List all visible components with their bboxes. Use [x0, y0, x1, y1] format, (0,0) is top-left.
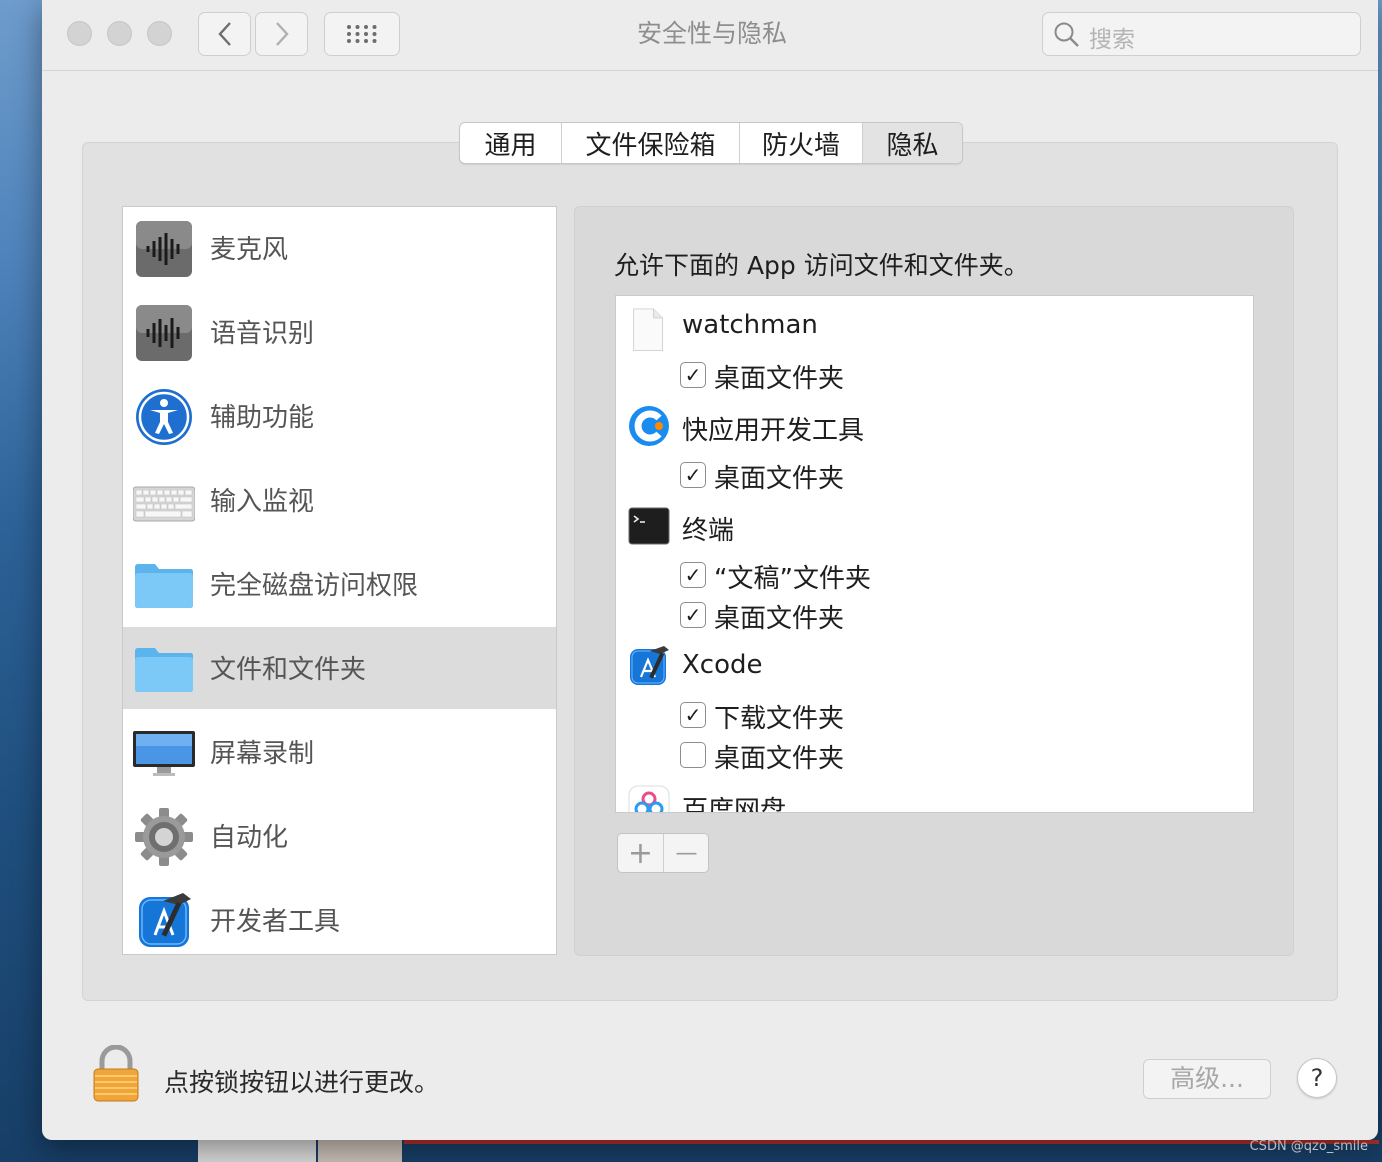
permission-checkbox-unchecked[interactable] — [680, 742, 706, 768]
search-field[interactable]: 搜索 — [1042, 12, 1361, 56]
sidebar-item-label: 开发者工具 — [210, 907, 341, 937]
app-row-xcode[interactable]: Xcode — [616, 643, 1253, 689]
window-title: 安全性与隐私 — [636, 19, 787, 48]
permission-checkbox[interactable]: ✓ — [680, 702, 706, 728]
sidebar-item-label: 完全磁盘访问权限 — [210, 571, 419, 601]
permission-label: “文稿”文件夹 — [714, 564, 871, 594]
accessibility-icon — [136, 389, 192, 445]
app-row-terminal[interactable]: 终端 — [616, 503, 1253, 549]
advanced-button[interactable]: 高级... — [1143, 1059, 1271, 1099]
sidebar-item-label: 辅助功能 — [210, 403, 315, 433]
folder-icon — [135, 648, 193, 692]
sidebar-item-speech-recognition[interactable]: 语音识别 — [123, 291, 556, 373]
tab-bar: 通用 文件保险箱 防火墙 隐私 — [459, 122, 963, 164]
blank-document-icon — [633, 308, 664, 351]
permission-checkbox[interactable]: ✓ — [680, 362, 706, 388]
lock-instruction: 点按锁按钮以进行更改。 — [164, 1068, 440, 1097]
lock-icon[interactable] — [92, 1045, 140, 1103]
watermark: CSDN @qzo_smile — [1249, 1139, 1368, 1154]
permission-label: 桌面文件夹 — [714, 604, 845, 634]
sidebar-item-label: 输入监视 — [210, 487, 315, 517]
sidebar-item-label: 文件和文件夹 — [210, 655, 367, 685]
app-row-baidu-netdisk[interactable]: 百度网盘 — [616, 783, 1253, 813]
add-remove-control: + — — [617, 833, 709, 873]
preferences-window: 安全性与隐私 搜索 通用 文件保险箱 防火墙 隐私 麦克风 语音识别 辅助功能 … — [42, 0, 1378, 1140]
forward-button[interactable] — [255, 12, 308, 56]
title-bar: 安全性与隐私 搜索 — [42, 0, 1378, 71]
app-row-quickapp-devtools[interactable]: 快应用开发工具 — [616, 403, 1253, 449]
background-window-edge — [404, 1140, 1379, 1144]
xcode-hammer-icon — [139, 893, 191, 947]
permission-row[interactable]: ✓ 桌面文件夹 — [616, 456, 1253, 496]
desktop-dock-fragment — [198, 1138, 316, 1162]
minimize-button[interactable] — [107, 21, 132, 46]
sidebar-item-label: 屏幕录制 — [210, 739, 315, 769]
remove-app-button[interactable]: — — [664, 834, 709, 872]
desktop-window-fragment — [318, 1138, 402, 1162]
add-app-button[interactable]: + — [618, 834, 664, 872]
permission-row[interactable]: ✓ 桌面文件夹 — [616, 596, 1253, 636]
sidebar-item-label: 自动化 — [210, 823, 289, 853]
back-button[interactable] — [198, 12, 251, 56]
permission-label: 桌面文件夹 — [714, 744, 845, 774]
sidebar-item-label: 麦克风 — [210, 235, 289, 265]
sidebar-item-automation[interactable]: 自动化 — [123, 795, 556, 877]
permission-row[interactable]: ✓ 桌面文件夹 — [616, 356, 1253, 396]
permission-checkbox[interactable]: ✓ — [680, 562, 706, 588]
sidebar-item-developer-tools[interactable]: 开发者工具 — [123, 879, 556, 954]
tab-general[interactable]: 通用 — [460, 123, 562, 163]
app-row-watchman[interactable]: watchman — [616, 303, 1253, 351]
app-name: 快应用开发工具 — [682, 416, 865, 446]
chevron-right-icon — [275, 22, 289, 46]
quickapp-icon — [629, 406, 669, 446]
terminal-icon — [628, 507, 670, 545]
keyboard-icon — [133, 486, 195, 522]
permission-row[interactable]: 桌面文件夹 — [616, 736, 1253, 776]
permission-label: 下载文件夹 — [714, 704, 845, 734]
microphone-icon — [136, 221, 192, 277]
permission-row[interactable]: ✓ “文稿”文件夹 — [616, 556, 1253, 596]
sidebar-item-screen-recording[interactable]: 屏幕录制 — [123, 711, 556, 793]
search-placeholder: 搜索 — [1089, 27, 1135, 53]
show-all-button[interactable] — [324, 12, 400, 56]
gear-icon — [135, 808, 193, 866]
help-button[interactable]: ? — [1297, 1058, 1337, 1098]
sidebar-item-input-monitoring[interactable]: 输入监视 — [123, 459, 556, 541]
chevron-left-icon — [217, 22, 231, 46]
permission-checkbox[interactable]: ✓ — [680, 602, 706, 628]
close-button[interactable] — [67, 21, 92, 46]
permission-checkbox[interactable]: ✓ — [680, 462, 706, 488]
app-name: Xcode — [682, 650, 763, 680]
baidu-netdisk-icon — [628, 785, 670, 812]
sidebar-item-full-disk-access[interactable]: 完全磁盘访问权限 — [123, 543, 556, 625]
app-permission-list[interactable]: watchman ✓ 桌面文件夹 快应用开发工具 ✓ 桌面文件夹 终端 ✓ “文… — [615, 295, 1254, 813]
tab-filevault[interactable]: 文件保险箱 — [562, 123, 740, 163]
tab-firewall[interactable]: 防火墙 — [740, 123, 863, 163]
display-icon — [133, 731, 195, 776]
sidebar-item-microphone[interactable]: 麦克风 — [123, 207, 556, 289]
grid-icon — [347, 25, 377, 43]
speech-recognition-icon — [136, 305, 192, 361]
sidebar-item-label: 语音识别 — [210, 319, 315, 349]
sidebar-item-files-and-folders[interactable]: 文件和文件夹 — [123, 627, 556, 709]
search-icon — [1054, 22, 1079, 47]
folder-icon — [135, 564, 193, 608]
navigation-buttons — [198, 12, 308, 56]
permission-label: 桌面文件夹 — [714, 364, 845, 394]
permission-label: 桌面文件夹 — [714, 464, 845, 494]
app-name: 百度网盘 — [682, 796, 787, 813]
sidebar-item-accessibility[interactable]: 辅助功能 — [123, 375, 556, 457]
zoom-button[interactable] — [147, 21, 172, 46]
app-name: watchman — [682, 310, 818, 340]
xcode-icon — [630, 646, 669, 685]
permission-row[interactable]: ✓ 下载文件夹 — [616, 696, 1253, 736]
privacy-category-list: 麦克风 语音识别 辅助功能 输入监视 完全磁盘访问权限 文件和文件夹 屏幕录制 … — [122, 206, 557, 955]
panel-heading: 允许下面的 App 访问文件和文件夹。 — [614, 251, 1029, 280]
tab-privacy[interactable]: 隐私 — [863, 123, 962, 163]
app-name: 终端 — [682, 516, 735, 546]
